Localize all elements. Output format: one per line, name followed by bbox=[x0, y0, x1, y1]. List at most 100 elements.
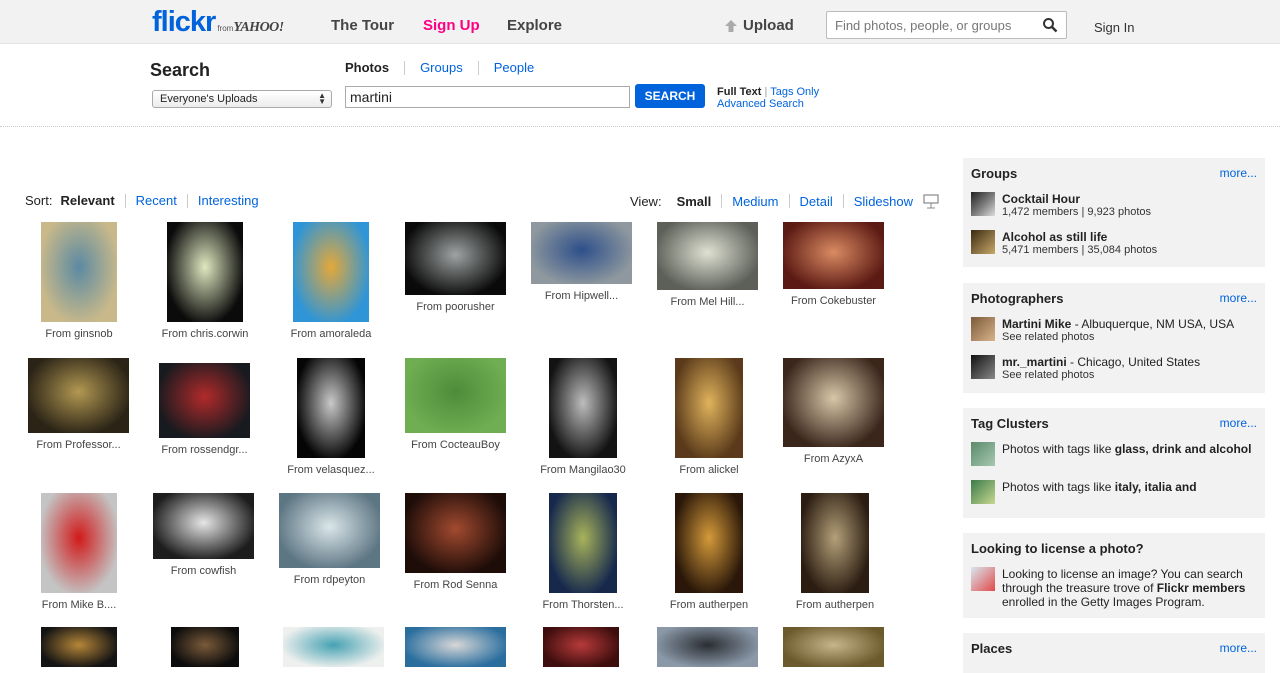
photo-thumbnail[interactable] bbox=[41, 493, 117, 593]
photo-caption[interactable]: From chris.corwin bbox=[142, 328, 268, 340]
photo-caption[interactable]: From Mike B.... bbox=[16, 599, 142, 611]
photo-result[interactable]: From Cokebuster bbox=[771, 222, 897, 307]
photo-thumbnail[interactable] bbox=[531, 222, 632, 284]
group-name[interactable]: Cocktail Hour bbox=[1002, 192, 1151, 206]
group-item[interactable]: Alcohol as still life 5,471 members | 35… bbox=[971, 230, 1157, 257]
photo-thumbnail[interactable] bbox=[675, 358, 743, 458]
photo-caption[interactable]: From Thorsten... bbox=[520, 599, 646, 611]
full-text-option[interactable]: Full Text bbox=[717, 86, 761, 98]
photo-result[interactable]: From autherpen bbox=[646, 493, 772, 611]
photo-caption[interactable]: From cowfish bbox=[141, 565, 267, 577]
photo-thumbnail[interactable] bbox=[405, 627, 506, 667]
photo-caption[interactable]: From poorusher bbox=[393, 301, 519, 313]
photo-thumbnail[interactable] bbox=[41, 627, 117, 667]
photo-thumbnail[interactable] bbox=[293, 222, 369, 322]
sort-interesting[interactable]: Interesting bbox=[198, 193, 259, 208]
photo-caption[interactable]: From Cokebuster bbox=[771, 295, 897, 307]
photo-result[interactable]: From ginsnob bbox=[16, 222, 142, 340]
tags-only-link[interactable]: Tags Only bbox=[770, 86, 819, 98]
photo-result[interactable]: From amoraleda bbox=[268, 222, 394, 340]
search-query-input[interactable] bbox=[345, 86, 630, 108]
tag-cluster-item[interactable]: Photos with tags like italy, italia and bbox=[971, 480, 1197, 504]
photo-caption[interactable]: From Mel Hill... bbox=[645, 296, 771, 308]
sort-relevant[interactable]: Relevant bbox=[60, 193, 114, 208]
photo-thumbnail[interactable] bbox=[171, 627, 239, 667]
photo-result[interactable]: From cowfish bbox=[141, 493, 267, 577]
photo-result[interactable] bbox=[393, 627, 519, 667]
photo-result[interactable]: From Rod Senna bbox=[393, 493, 519, 591]
photo-result[interactable]: From poorusher bbox=[393, 222, 519, 313]
photo-caption[interactable]: From alickel bbox=[646, 464, 772, 476]
scope-select[interactable]: Everyone's Uploads ▲ ▼ bbox=[152, 90, 332, 108]
photo-thumbnail[interactable] bbox=[549, 358, 617, 458]
photo-thumbnail[interactable] bbox=[28, 358, 129, 433]
group-item[interactable]: Cocktail Hour 1,472 members | 9,923 phot… bbox=[971, 192, 1151, 219]
photo-caption[interactable]: From amoraleda bbox=[268, 328, 394, 340]
photo-result[interactable] bbox=[771, 627, 897, 667]
photo-result[interactable] bbox=[16, 627, 142, 667]
photo-result[interactable]: From autherpen bbox=[772, 493, 898, 611]
photographer-item[interactable]: Martini Mike - Albuquerque, NM USA, USA … bbox=[971, 317, 1234, 344]
photographers-more-link[interactable]: more... bbox=[1220, 291, 1257, 305]
slideshow-icon[interactable] bbox=[923, 193, 939, 209]
tab-people[interactable]: People bbox=[494, 60, 534, 75]
sign-in-link[interactable]: Sign In bbox=[1094, 20, 1134, 35]
search-button[interactable]: SEARCH bbox=[635, 84, 705, 108]
photo-thumbnail[interactable] bbox=[405, 493, 506, 573]
photo-thumbnail[interactable] bbox=[801, 493, 869, 593]
nav-explore[interactable]: Explore bbox=[507, 17, 562, 34]
tab-photos[interactable]: Photos bbox=[345, 60, 389, 75]
photo-result[interactable]: From Mangilao30 bbox=[520, 358, 646, 476]
view-small[interactable]: Small bbox=[677, 194, 712, 209]
search-icon[interactable] bbox=[1042, 17, 1058, 33]
photo-thumbnail[interactable] bbox=[279, 493, 380, 568]
photo-thumbnail[interactable] bbox=[283, 627, 384, 667]
photo-caption[interactable]: From AzyxA bbox=[771, 453, 897, 465]
photo-thumbnail[interactable] bbox=[657, 222, 758, 290]
photo-result[interactable]: From Mike B.... bbox=[16, 493, 142, 611]
photo-thumbnail[interactable] bbox=[783, 358, 884, 447]
header-search-input[interactable]: Find photos, people, or groups bbox=[826, 11, 1067, 39]
view-medium[interactable]: Medium bbox=[732, 194, 778, 209]
photo-thumbnail[interactable] bbox=[543, 627, 619, 667]
see-related-link[interactable]: See related photos bbox=[1002, 331, 1234, 344]
photo-result[interactable]: From Thorsten... bbox=[520, 493, 646, 611]
photo-result[interactable]: From AzyxA bbox=[771, 358, 897, 465]
photo-result[interactable]: From rdpeyton bbox=[267, 493, 393, 586]
photo-result[interactable]: From Mel Hill... bbox=[645, 222, 771, 308]
photo-result[interactable]: From CocteauBoy bbox=[393, 358, 519, 451]
photo-thumbnail[interactable] bbox=[405, 222, 506, 295]
see-related-link[interactable]: See related photos bbox=[1002, 369, 1200, 382]
photo-result[interactable]: From velasquez... bbox=[268, 358, 394, 476]
photo-thumbnail[interactable] bbox=[153, 493, 254, 559]
places-more-link[interactable]: more... bbox=[1220, 641, 1257, 655]
photo-result[interactable]: From Hipwell... bbox=[519, 222, 645, 302]
sort-recent[interactable]: Recent bbox=[136, 193, 177, 208]
photo-caption[interactable]: From autherpen bbox=[772, 599, 898, 611]
photo-caption[interactable]: From rdpeyton bbox=[267, 574, 393, 586]
photo-result[interactable]: From alickel bbox=[646, 358, 772, 476]
photo-caption[interactable]: From autherpen bbox=[646, 599, 772, 611]
photo-result[interactable] bbox=[271, 627, 397, 667]
photographer-name[interactable]: mr._martini bbox=[1002, 355, 1067, 369]
photo-caption[interactable]: From Hipwell... bbox=[519, 290, 645, 302]
photo-result[interactable] bbox=[645, 627, 771, 667]
view-slideshow[interactable]: Slideshow bbox=[854, 194, 913, 209]
photo-caption[interactable]: From ginsnob bbox=[16, 328, 142, 340]
photo-result[interactable]: From Professor... bbox=[16, 358, 142, 451]
tag-clusters-more-link[interactable]: more... bbox=[1220, 416, 1257, 430]
photo-caption[interactable]: From Rod Senna bbox=[393, 579, 519, 591]
photo-thumbnail[interactable] bbox=[297, 358, 365, 458]
photo-caption[interactable]: From Mangilao30 bbox=[520, 464, 646, 476]
photo-thumbnail[interactable] bbox=[159, 363, 250, 438]
photo-result[interactable] bbox=[518, 627, 644, 667]
photo-thumbnail[interactable] bbox=[783, 627, 884, 667]
photo-result[interactable]: From rossendgr... bbox=[142, 363, 268, 456]
photo-caption[interactable]: From CocteauBoy bbox=[393, 439, 519, 451]
photo-thumbnail[interactable] bbox=[167, 222, 243, 322]
photo-result[interactable] bbox=[142, 627, 268, 667]
groups-more-link[interactable]: more... bbox=[1220, 166, 1257, 180]
photo-thumbnail[interactable] bbox=[41, 222, 117, 322]
cluster-tags[interactable]: italy, italia and bbox=[1115, 480, 1197, 494]
flickr-logo[interactable]: flickr from YAHOO! bbox=[152, 6, 284, 38]
